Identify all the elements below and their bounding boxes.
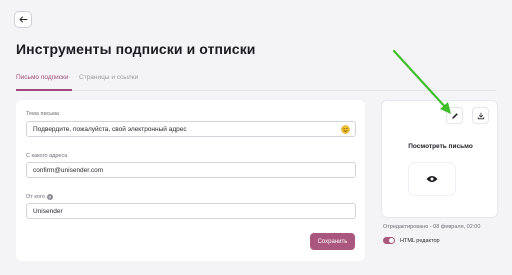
from-address-label: С какого адреса [26,153,68,159]
from-address-value: confirm@unisender.com [33,166,104,174]
download-icon [477,112,484,119]
edited-timestamp: Отредактировано - 08 февраля, 02:00 [383,224,481,230]
save-button[interactable]: Сохранить [310,233,355,250]
view-email-button[interactable] [409,163,455,195]
toggle-knob [389,238,394,243]
annotation-arrow-icon [392,49,451,114]
preview-title: Посмотреть письмо [408,143,473,150]
tab-subscription-email[interactable]: Письмо подписки [16,74,69,81]
back-button[interactable] [14,11,32,28]
tab-pages-and-links[interactable]: Страницы и ссылки [79,74,138,81]
help-icon[interactable]: ? [46,194,53,200]
back-arrow-icon [19,16,27,23]
from-name-label: От кого [26,194,45,200]
html-editor-toggle[interactable] [383,237,395,244]
active-tab-indicator [16,89,72,91]
html-editor-toggle-row: HTML редактор [383,237,440,244]
from-name-value: Unisender [33,207,63,215]
email-settings-card: Тема письма Подвердите, пожалуйста, свой… [16,100,365,261]
eye-icon [426,176,438,182]
from-name-label-row: От кого ? [26,194,53,200]
subject-label: Тема письма [26,111,59,117]
download-button[interactable] [472,107,489,124]
emoji-icon[interactable] [341,125,350,134]
from-address-input[interactable]: confirm@unisender.com [26,162,356,178]
subject-value: Подвердите, пожалуйста, свой электронный… [33,125,187,133]
page-title: Инструменты подписки и отписки [16,41,256,57]
html-editor-label: HTML редактор [400,237,440,244]
subject-input[interactable]: Подвердите, пожалуйста, свой электронный… [26,121,356,137]
from-name-input[interactable]: Unisender [26,203,356,219]
